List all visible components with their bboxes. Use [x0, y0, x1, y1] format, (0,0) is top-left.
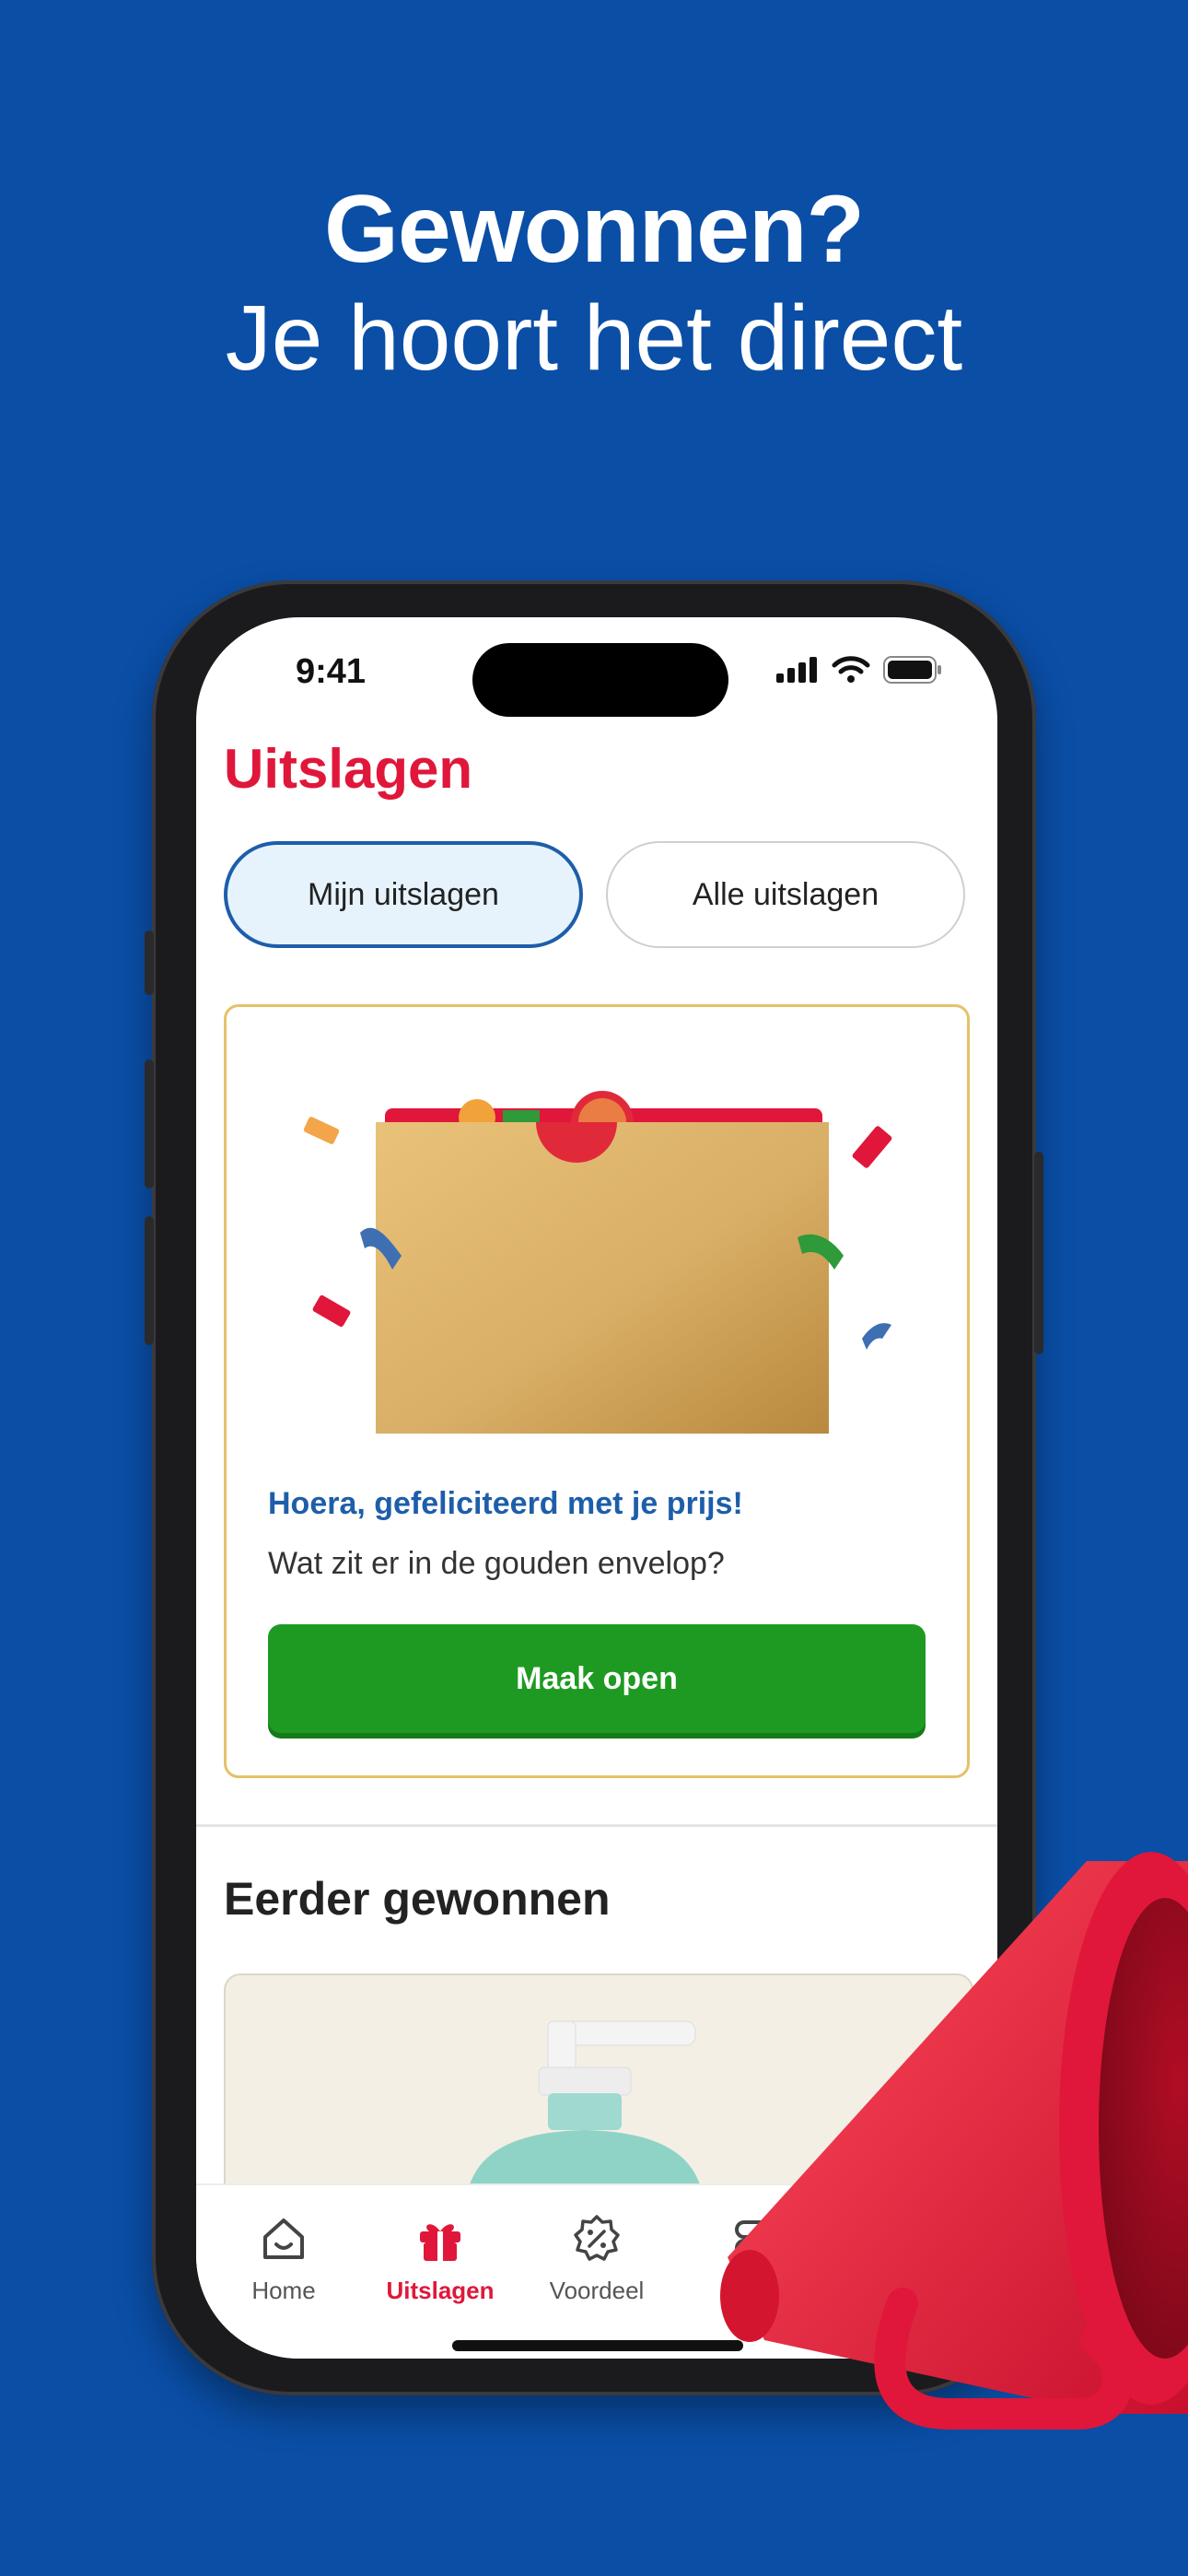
home-indicator: [452, 2340, 743, 2351]
volume-down-button: [145, 1216, 154, 1345]
page-title: Uitslagen: [224, 738, 473, 800]
wifi-icon: [832, 656, 870, 683]
gift-icon: [420, 2224, 460, 2261]
past-wins-title: Eerder gewonnen: [224, 1873, 611, 1925]
home-icon: [263, 2219, 304, 2259]
battery-icon: [883, 656, 941, 684]
nav-item-home[interactable]: Home: [215, 2213, 353, 2305]
nav-label-uitslagen: Uitslagen: [386, 2277, 495, 2304]
prize-heading: Hoera, gefeliciteerd met je prijs!: [268, 1486, 743, 1521]
tab-label: Alle uitslagen: [692, 876, 879, 912]
golden-envelope-illustration[interactable]: [227, 1007, 967, 1440]
nav-item-voordeel[interactable]: Voordeel: [528, 2213, 666, 2305]
tab-mijn-uitslagen[interactable]: Mijn uitslagen: [224, 841, 583, 948]
nav-label-voordeel: Voordeel: [549, 2277, 645, 2304]
promo-subheadline: Je hoort het direct: [225, 287, 963, 390]
mute-switch: [145, 931, 154, 995]
promo-headline: Gewonnen?: [323, 176, 865, 283]
status-icons: [776, 656, 942, 684]
status-time: 9:41: [296, 652, 367, 691]
megaphone-illustration: [720, 1852, 1188, 2430]
open-envelope-button[interactable]: Maak open: [268, 1624, 926, 1733]
signal-icon: [776, 657, 817, 683]
prize-card: Hoera, gefeliciteerd met je prijs! Wat z…: [224, 1004, 970, 1778]
tab-alle-uitslagen[interactable]: Alle uitslagen: [606, 841, 965, 948]
tab-label: Mijn uitslagen: [308, 876, 499, 912]
volume-up-button: [145, 1060, 154, 1188]
discount-badge-icon: [574, 2215, 620, 2261]
nav-label-home: Home: [251, 2277, 316, 2304]
power-button: [1034, 1152, 1043, 1354]
nav-item-uitslagen[interactable]: Uitslagen: [371, 2213, 509, 2305]
dynamic-island: [472, 643, 728, 717]
prize-text: Wat zit er in de gouden envelop?: [268, 1546, 725, 1581]
